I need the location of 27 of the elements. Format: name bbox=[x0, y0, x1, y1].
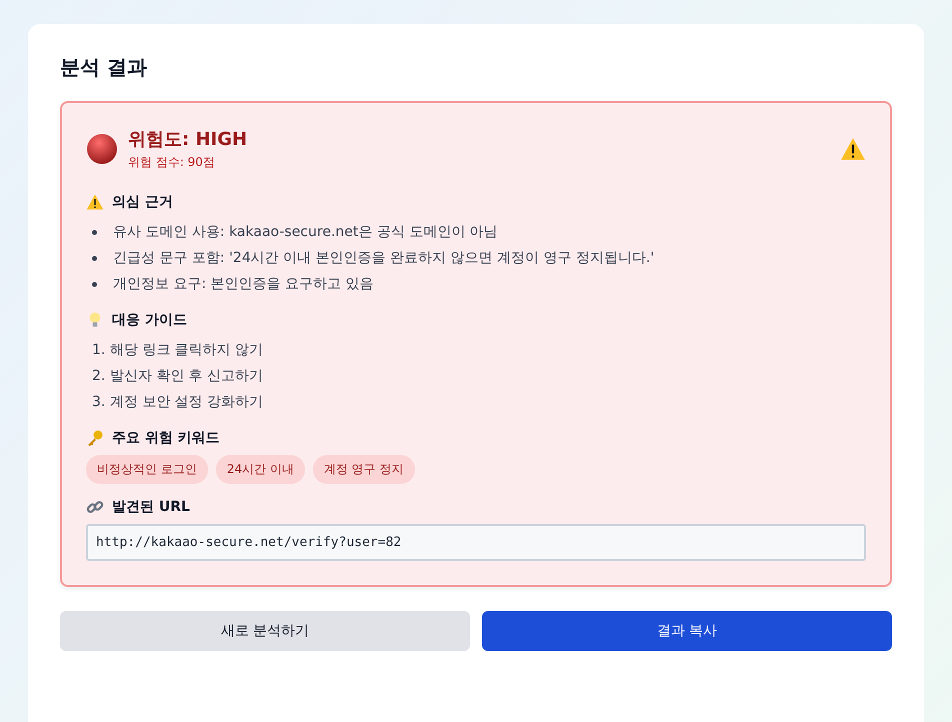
warning-icon bbox=[840, 136, 866, 162]
action-button[interactable]: 결과 복사 bbox=[482, 611, 892, 651]
page-title: 분석 결과 bbox=[60, 54, 148, 81]
risk-score: 위험 점수: 90점 bbox=[128, 154, 216, 171]
reason-text: 개인정보 요구: 본인인증을 요구하고 있음 bbox=[113, 275, 374, 293]
keyword-tag: 24시간 이내 bbox=[216, 455, 305, 484]
action-button[interactable]: 새로 분석하기 bbox=[60, 611, 470, 651]
warning-icon bbox=[86, 193, 104, 211]
section-title: 대응 가이드 bbox=[112, 311, 187, 329]
guide-step: 1. 해당 링크 클릭하지 않기 bbox=[92, 341, 264, 359]
guide-step: 3. 계정 보안 설정 강화하기 bbox=[92, 393, 264, 411]
bullet-icon bbox=[92, 230, 97, 234]
section-title: 주요 위험 키워드 bbox=[112, 429, 220, 447]
guide-step: 2. 발신자 확인 후 신고하기 bbox=[92, 367, 264, 385]
keyword-tag: 계정 영구 정지 bbox=[312, 455, 415, 484]
reason-text: 유사 도메인 사용: kakaao-secure.net은 공식 도메인이 아님 bbox=[113, 223, 498, 241]
key-icon bbox=[86, 429, 104, 447]
risk-indicator-icon bbox=[86, 133, 118, 165]
risk-heading: 위험도: HIGH bbox=[128, 128, 248, 151]
bullet-icon bbox=[92, 256, 97, 260]
bullet-icon bbox=[92, 282, 97, 286]
reason-text: 긴급성 문구 포함: '24시간 이내 본인인증을 완료하지 않으면 계정이 영구 정지됩니다.' bbox=[113, 249, 654, 267]
link-icon bbox=[86, 498, 104, 516]
keyword-tag: 비정상적인 로그인 bbox=[86, 455, 208, 484]
url-field[interactable]: http://kakaao-secure.net/verify?user=82 bbox=[86, 524, 866, 561]
section-title: 의심 근거 bbox=[112, 193, 173, 211]
section-title: 발견된 URL bbox=[112, 498, 190, 516]
